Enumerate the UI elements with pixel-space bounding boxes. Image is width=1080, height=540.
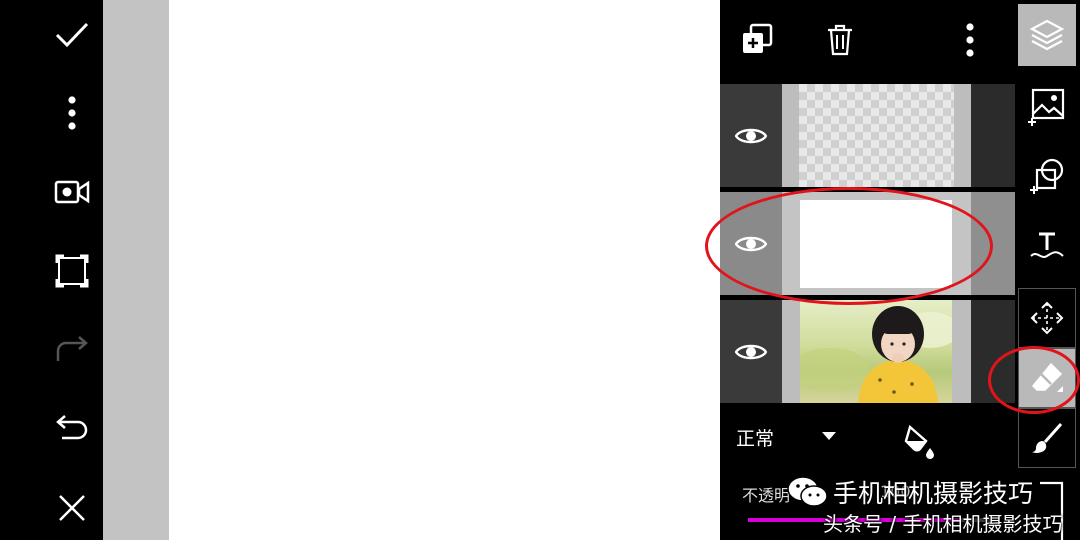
layers-icon — [1029, 19, 1065, 51]
layer-more-options-button[interactable] — [948, 18, 992, 62]
fit-screen-icon — [55, 254, 88, 288]
layer-thumbnail-frame — [782, 192, 971, 295]
layer-visibility-toggle[interactable] — [720, 192, 782, 295]
blend-mode-select[interactable]: 正常 — [736, 424, 774, 451]
layer-thumbnail-frame — [782, 300, 971, 403]
delete-layer-button[interactable] — [818, 18, 862, 62]
close-icon — [58, 495, 85, 521]
eye-icon — [735, 344, 767, 359]
apply-button[interactable] — [40, 7, 103, 63]
check-icon — [55, 22, 88, 48]
add-sticker-button[interactable] — [1018, 146, 1076, 206]
layer-row-photo[interactable] — [720, 300, 1015, 403]
layer-row-transparent[interactable] — [720, 84, 1015, 187]
eye-icon — [735, 128, 767, 143]
left-toolbar — [40, 0, 103, 540]
right-toolbar — [1015, 0, 1080, 540]
more-options-button[interactable] — [40, 85, 103, 141]
chevron-down-icon[interactable] — [822, 432, 836, 440]
more-vertical-icon — [966, 23, 974, 57]
fill-bucket-icon[interactable] — [902, 424, 936, 460]
watermark-subtitle: 头条号 / 手机相机摄影技巧 — [823, 512, 1063, 536]
opacity-label: 不透明 — [742, 486, 791, 505]
layer-thumbnail-frame — [782, 84, 971, 187]
move-icon — [1030, 301, 1064, 335]
add-text-icon — [1030, 232, 1064, 258]
wechat-logo-icon — [787, 476, 828, 507]
layer-visibility-toggle[interactable] — [720, 84, 782, 187]
layer-row-white[interactable] — [720, 192, 1015, 295]
redo-button[interactable] — [40, 322, 103, 378]
layers-panel: 正常 不透明 100 — [720, 0, 1015, 540]
drawing-canvas[interactable] — [169, 0, 720, 540]
move-tool-button[interactable] — [1018, 288, 1076, 348]
canvas-background — [103, 0, 169, 540]
close-button[interactable] — [40, 480, 103, 536]
redo-icon — [56, 336, 88, 361]
eraser-icon — [1031, 362, 1063, 392]
watermark-title: 手机相机摄影技巧 — [833, 479, 1034, 508]
add-layer-icon — [743, 23, 773, 53]
add-layer-button[interactable] — [735, 18, 779, 62]
layer-visibility-toggle[interactable] — [720, 300, 782, 403]
transparent-layer-thumbnail — [799, 84, 954, 187]
video-record-icon — [54, 180, 89, 204]
add-text-button[interactable] — [1018, 216, 1076, 276]
more-vertical-icon — [67, 96, 76, 130]
record-video-button[interactable] — [40, 164, 103, 220]
undo-button[interactable] — [40, 401, 103, 457]
brush-tool-button[interactable] — [1018, 408, 1076, 468]
add-sticker-icon — [1030, 158, 1064, 194]
white-layer-thumbnail — [800, 200, 952, 288]
fit-screen-button[interactable] — [40, 243, 103, 299]
eraser-tool-button[interactable] — [1018, 348, 1076, 408]
left-edge-strip — [0, 0, 40, 540]
add-image-icon — [1028, 88, 1065, 126]
trash-icon — [828, 24, 852, 56]
eye-icon — [735, 236, 767, 251]
child-photo-image — [800, 306, 952, 403]
layers-tool-button[interactable] — [1018, 4, 1076, 66]
add-image-button[interactable] — [1018, 76, 1076, 136]
undo-icon — [55, 415, 87, 440]
photo-layer-thumbnail — [800, 300, 952, 403]
brush-icon — [1032, 423, 1063, 453]
blend-mode-row: 正常 — [720, 410, 1015, 460]
